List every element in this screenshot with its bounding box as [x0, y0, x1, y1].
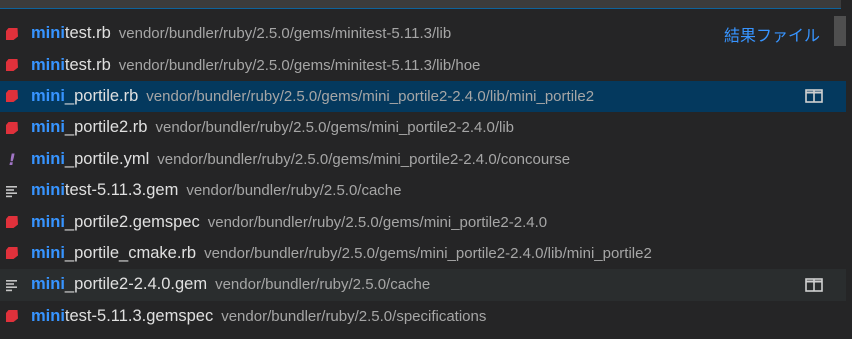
- quick-open-results-list: minitest.rb vendor/bundler/ruby/2.5.0/gem…: [0, 18, 846, 332]
- match-highlight: mini: [31, 181, 65, 200]
- filename-rest: test.rb: [64, 24, 111, 43]
- result-filename: minitest.rb: [31, 56, 111, 75]
- result-group-label: 結果ファイル: [723, 27, 820, 45]
- result-path: vendor/bundler/ruby/2.5.0/gems/mini_port…: [155, 119, 515, 137]
- result-path: vendor/bundler/ruby/2.5.0/cache: [186, 182, 402, 200]
- result-item[interactable]: mini_portile2.gemspec vendor/bundler/ruby…: [0, 206, 846, 237]
- match-highlight: mini: [31, 275, 65, 294]
- filename-rest: test-5.11.3.gem: [64, 181, 179, 200]
- scrollbar-thumb[interactable]: [834, 16, 846, 46]
- yaml-icon: !: [8, 149, 16, 169]
- result-filename: mini_portile2.rb: [31, 118, 147, 137]
- result-filename: minitest-5.11.3.gemspec: [31, 307, 213, 326]
- result-item[interactable]: minitest.rb vendor/bundler/ruby/2.5.0/gem…: [0, 49, 846, 80]
- ruby-icon: [4, 214, 20, 230]
- result-path: vendor/bundler/ruby/2.5.0/gems/mini_port…: [157, 150, 571, 168]
- match-highlight: mini: [31, 118, 65, 137]
- ruby-icon: [4, 26, 20, 42]
- filename-rest: test-5.11.3.gemspec: [64, 306, 214, 325]
- filename-rest: _portile.rb: [64, 86, 139, 105]
- ruby-icon: [4, 88, 20, 104]
- result-path: vendor/bundler/ruby/2.5.0/gems/minitest-…: [118, 56, 481, 74]
- split-editor-icon[interactable]: [804, 88, 824, 104]
- match-highlight: mini: [31, 149, 65, 168]
- ruby-icon: [4, 57, 20, 73]
- match-highlight: mini: [31, 24, 65, 43]
- match-highlight: mini: [31, 212, 65, 231]
- result-filename: mini_portile.yml: [31, 150, 149, 169]
- result-item[interactable]: minitest.rb vendor/bundler/ruby/2.5.0/gem…: [0, 18, 846, 49]
- result-item[interactable]: minitest-5.11.3.gemspec vendor/bundler/ru…: [0, 301, 846, 332]
- result-path: vendor/bundler/ruby/2.5.0/gems/mini_port…: [204, 244, 652, 262]
- result-filename: mini_portile_cmake.rb: [31, 244, 196, 263]
- filename-rest: _portile_cmake.rb: [64, 243, 197, 262]
- result-item[interactable]: ! mini_portile.yml vendor/bundler/ruby/2.5…: [0, 144, 846, 175]
- ruby-icon: [4, 245, 20, 261]
- filename-rest: _portile.yml: [64, 149, 150, 168]
- match-highlight: mini: [31, 306, 65, 325]
- result-item[interactable]: mini_portile2-2.4.0.gem vendor/bundler/ru…: [0, 269, 846, 301]
- file-lines-icon: [4, 277, 20, 293]
- result-path: vendor/bundler/ruby/2.5.0/gems/minitest-…: [118, 25, 452, 43]
- result-path: vendor/bundler/ruby/2.5.0/specifications: [221, 307, 487, 325]
- result-path: vendor/bundler/ruby/2.5.0/gems/mini_port…: [146, 87, 595, 105]
- result-path: vendor/bundler/ruby/2.5.0/gems/mini_port…: [207, 213, 548, 231]
- filename-rest: _portile2.gemspec: [64, 212, 200, 231]
- filename-rest: _portile2-2.4.0.gem: [64, 275, 208, 294]
- quick-open-input-edge[interactable]: [0, 0, 841, 9]
- result-filename: mini_portile.rb: [31, 87, 138, 106]
- file-lines-icon: [4, 183, 20, 199]
- match-highlight: mini: [31, 86, 65, 105]
- filename-rest: _portile2.rb: [64, 118, 148, 137]
- ruby-icon: [4, 308, 20, 324]
- result-filename: minitest.rb: [31, 24, 111, 43]
- result-item[interactable]: mini_portile_cmake.rb vendor/bundler/ruby…: [0, 238, 846, 269]
- result-filename: minitest-5.11.3.gem: [31, 181, 178, 200]
- match-highlight: mini: [31, 55, 65, 74]
- result-filename: mini_portile2.gemspec: [31, 213, 200, 232]
- result-path: vendor/bundler/ruby/2.5.0/cache: [215, 276, 431, 294]
- result-item[interactable]: mini_portile.rb vendor/bundler/ruby/2.5.0…: [0, 80, 846, 113]
- ruby-icon: [4, 120, 20, 136]
- match-highlight: mini: [31, 243, 65, 262]
- result-item[interactable]: mini_portile2.rb vendor/bundler/ruby/2.5.…: [0, 112, 846, 143]
- filename-rest: test.rb: [64, 55, 111, 74]
- split-editor-icon[interactable]: [804, 277, 824, 293]
- result-filename: mini_portile2-2.4.0.gem: [31, 275, 207, 294]
- result-item[interactable]: minitest-5.11.3.gem vendor/bundler/ruby/2…: [0, 175, 846, 206]
